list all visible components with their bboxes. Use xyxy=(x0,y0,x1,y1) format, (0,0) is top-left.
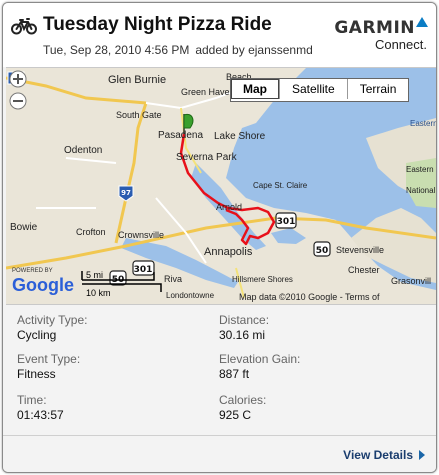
stat-elevation-gain: Elevation Gain: 887 ft xyxy=(219,352,300,382)
activity-date: Tue, Sep 28, 2010 4:56 PM xyxy=(43,43,190,57)
map-type-map-button[interactable]: Map xyxy=(231,79,280,99)
added-by-label: added by xyxy=(195,43,245,57)
garmin-connect-logo[interactable]: GARMIN Connect. xyxy=(334,17,428,52)
stat-label: Distance: xyxy=(219,313,270,327)
place-label: Annapolis xyxy=(204,246,253,258)
activity-user-link[interactable]: ejanssenmd xyxy=(248,43,313,57)
stat-value: Fitness xyxy=(17,367,56,381)
stat-distance: Distance: 30.16 mi xyxy=(219,313,269,343)
place-label: Bowie xyxy=(10,222,38,233)
svg-text:97: 97 xyxy=(121,189,131,197)
place-label: Pasadena xyxy=(158,130,203,141)
stat-value: Cycling xyxy=(17,328,57,342)
highway-shield-50-east: 50 xyxy=(313,241,331,257)
activity-meta: Tue, Sep 28, 2010 4:56 PM added by ejanss… xyxy=(43,43,313,57)
map-type-terrain-button[interactable]: Terrain xyxy=(348,79,409,99)
place-label: Stevensville xyxy=(336,245,384,255)
place-label: Lake Shore xyxy=(214,131,266,142)
highway-shield-97: 97 xyxy=(118,185,134,202)
water-inlet xyxy=(271,228,306,244)
map-zoom-control[interactable] xyxy=(6,68,30,112)
view-details-link[interactable]: View Details xyxy=(343,448,425,462)
logo-sub-text: Connect. xyxy=(374,37,427,52)
activity-title[interactable]: Tuesday Night Pizza Ride xyxy=(43,14,272,36)
highway-shield-301-west: 301 xyxy=(132,260,155,276)
activity-stats: Activity Type: Cycling Distance: 30.16 m… xyxy=(3,307,436,437)
place-label: Green Haven xyxy=(181,87,235,97)
highway-shield-50-west: 50 xyxy=(109,270,127,286)
stat-label: Event Type: xyxy=(17,352,81,366)
place-label: Hillsmere Shores xyxy=(232,275,293,284)
stat-value: 30.16 mi xyxy=(219,328,266,342)
road-interstate-97 xyxy=(114,102,148,244)
widget-header: Tuesday Night Pizza Ride Tue, Sep 28, 20… xyxy=(3,3,436,67)
activity-map[interactable]: 97 301 50 50 301 95 xyxy=(6,67,436,305)
place-label: Cape St. Claire xyxy=(253,181,308,190)
place-label: Grasonvill xyxy=(391,276,431,286)
place-label: National Wildlife R. xyxy=(406,186,436,195)
google-logo: POWERED BY Google xyxy=(12,268,74,295)
map-type-satellite-button[interactable]: Satellite xyxy=(280,79,348,99)
bicycle-icon xyxy=(11,18,37,35)
svg-text:Google: Google xyxy=(12,275,74,295)
place-label: Crofton xyxy=(76,227,106,237)
place-label: South Gate xyxy=(116,110,162,120)
place-label: Crownsville xyxy=(118,230,164,240)
widget-footer: View Details xyxy=(3,435,436,472)
view-details-label: View Details xyxy=(343,448,413,462)
place-label: Eastern Bay xyxy=(410,119,436,128)
stat-label: Time: xyxy=(17,393,47,407)
garmin-triangle-icon xyxy=(416,17,428,27)
stat-activity-type: Activity Type: Cycling xyxy=(17,313,87,343)
place-label: Odenton xyxy=(64,145,102,156)
stat-value: 887 ft xyxy=(219,367,250,381)
place-label: Londontowne xyxy=(166,291,215,300)
svg-text:50: 50 xyxy=(316,246,329,256)
place-label: Severna Park xyxy=(176,152,238,163)
stat-time: Time: 01:43:57 xyxy=(17,393,64,423)
map-attribution: Map data ©2010 Google - Terms of xyxy=(239,292,380,302)
place-label: Glen Burnie xyxy=(108,74,166,86)
stat-label: Activity Type: xyxy=(17,313,88,327)
place-label: Eastern Neck xyxy=(406,165,436,174)
stat-value: 01:43:57 xyxy=(17,408,64,422)
map-type-control: Map Satellite Terrain xyxy=(230,78,410,102)
place-label: Riva xyxy=(164,274,182,284)
svg-text:301: 301 xyxy=(277,217,296,227)
stat-label: Elevation Gain: xyxy=(219,352,301,366)
stat-label: Calories: xyxy=(219,393,267,407)
svg-text:301: 301 xyxy=(134,265,153,275)
place-label: Chester xyxy=(348,265,380,275)
activity-widget: Tuesday Night Pizza Ride Tue, Sep 28, 20… xyxy=(2,2,437,473)
stat-value: 925 C xyxy=(219,408,252,422)
logo-main-text: GARMIN xyxy=(334,18,415,38)
place-label: Arnold xyxy=(216,202,242,212)
svg-text:10 km: 10 km xyxy=(86,288,111,298)
highway-shield-301-east: 301 xyxy=(275,212,297,229)
stat-calories: Calories: 925 C xyxy=(219,393,266,423)
map-canvas: 97 301 50 50 301 95 xyxy=(6,68,436,302)
stat-event-type: Event Type: Fitness xyxy=(17,352,80,382)
svg-text:POWERED BY: POWERED BY xyxy=(12,268,53,274)
chevron-right-icon xyxy=(419,450,425,460)
svg-text:5 mi: 5 mi xyxy=(86,270,103,280)
